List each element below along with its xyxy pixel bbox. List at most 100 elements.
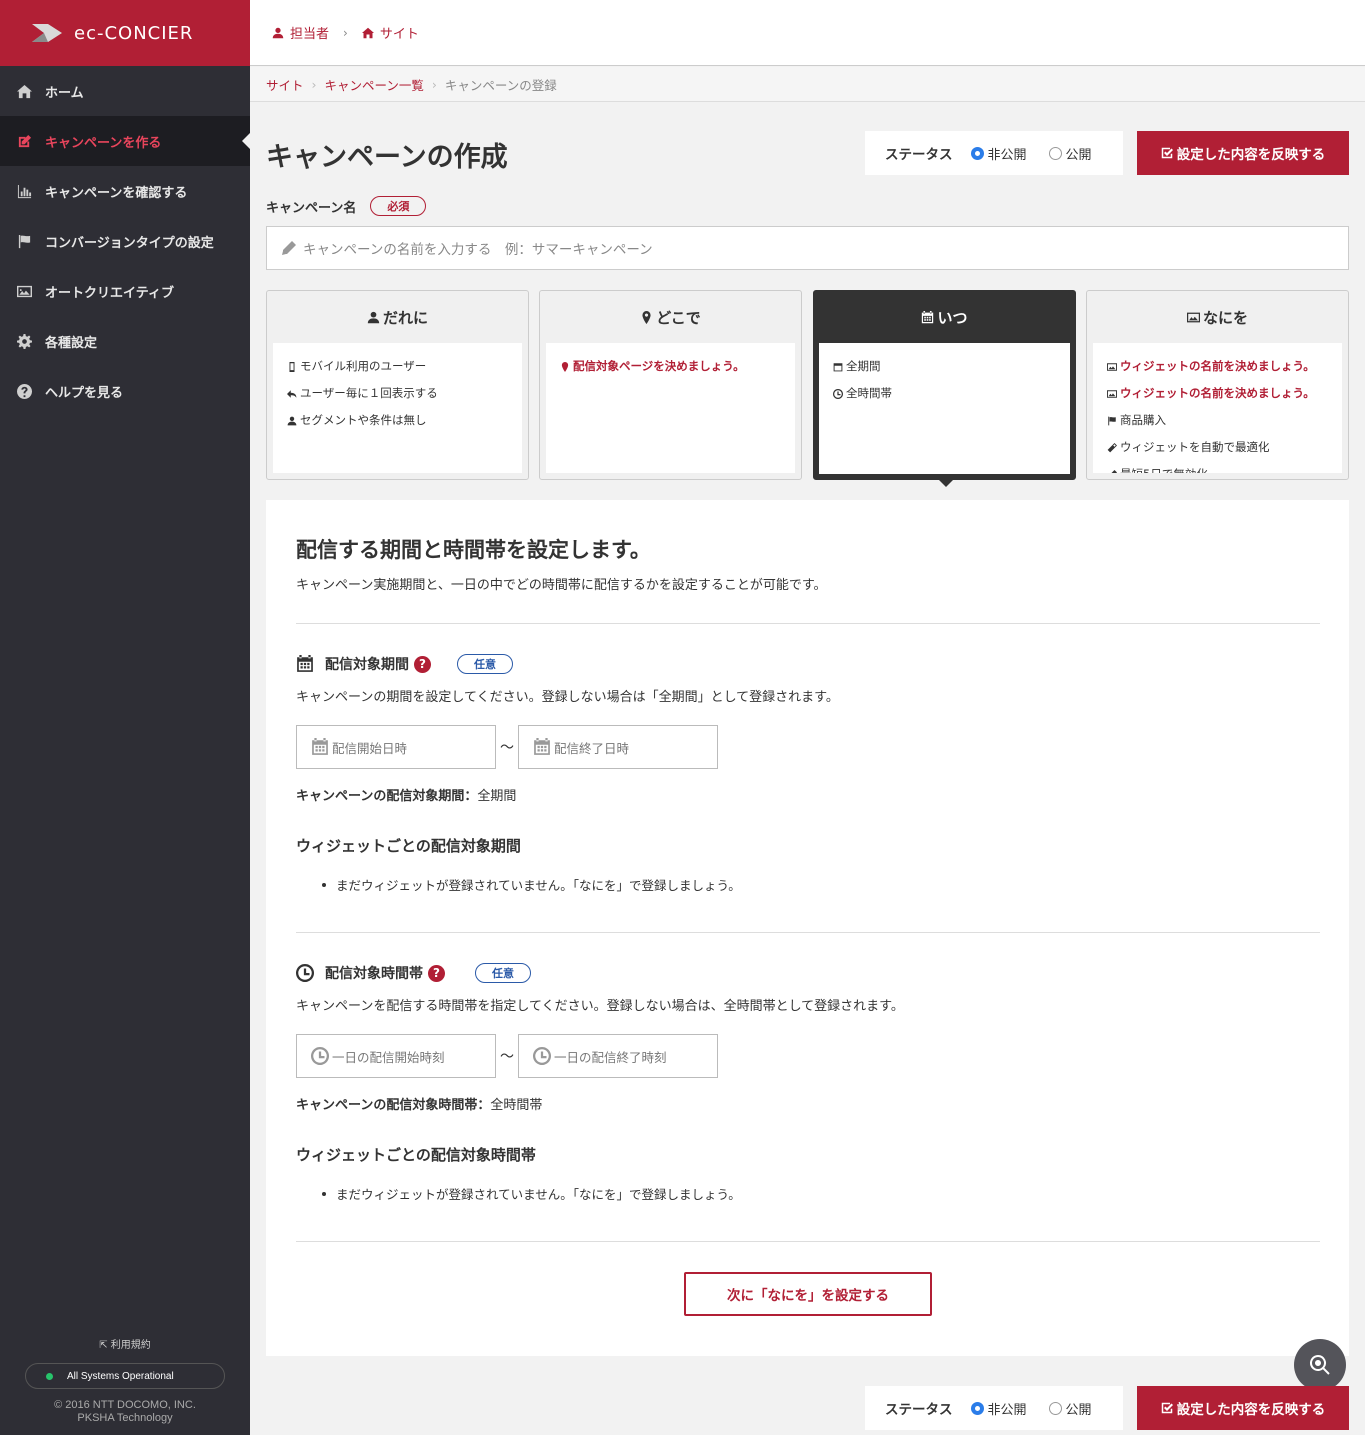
clock-icon — [311, 1047, 329, 1065]
apply-button-bottom[interactable]: 設定した内容を反映する — [1137, 1386, 1349, 1430]
clock-icon — [296, 964, 314, 982]
calendar-icon — [534, 738, 550, 755]
card-body: 全期間 全時間帯 — [819, 343, 1070, 474]
bar-chart-icon — [16, 183, 32, 199]
period-section-title: 配信対象期間 ? 任意 — [296, 654, 513, 674]
radio-unchecked-icon — [1048, 1401, 1062, 1415]
status-public-radio[interactable]: 公開 — [1048, 144, 1092, 163]
card-line: モバイル利用のユーザー — [287, 353, 522, 380]
sidebar-item-home[interactable]: ホーム — [0, 66, 250, 116]
apply-button-top[interactable]: 設定した内容を反映する — [1137, 131, 1349, 175]
breadcrumb: サイト › キャンペーン一覧 › キャンペーンの登録 — [250, 67, 1365, 102]
radio-checked-icon — [970, 146, 984, 160]
question-icon — [16, 383, 32, 399]
breadcrumb-site[interactable]: サイト — [266, 75, 304, 94]
user-icon — [272, 27, 284, 38]
sidebar-item-help[interactable]: ヘルプを見る — [0, 366, 250, 416]
campaign-name-input[interactable]: キャンペーンの名前を入力する 例：サマーキャンペーン — [266, 226, 1349, 270]
sidebar-item-create-campaign[interactable]: キャンペーンを作る — [0, 116, 250, 166]
card-what[interactable]: なにを ウィジェットの名前を決めましょう。 ウィジェットの名前を決めましょう。 … — [1086, 290, 1349, 480]
sidebar: ec-CONCIER ホーム キャンペーンを作る キャンペーンを確認する コンバ… — [0, 0, 250, 1435]
card-body: ウィジェットの名前を決めましょう。 ウィジェットの名前を決めましょう。 商品購入… — [1093, 343, 1342, 473]
sidebar-item-settings[interactable]: 各種設定 — [0, 316, 250, 366]
card-where[interactable]: どこで 配信対象ページを決めましょう。 — [539, 290, 802, 480]
help-question-icon[interactable]: ? — [414, 655, 431, 673]
card-line: 全期間 — [833, 353, 1070, 380]
topbar: 担当者 › サイト — [250, 0, 1365, 66]
flag-icon — [16, 233, 32, 249]
image-icon — [1107, 362, 1117, 371]
status-private-radio[interactable]: 非公開 — [970, 144, 1027, 163]
campaign-name-label: キャンペーン名 必須 — [266, 196, 427, 216]
sidebar-item-auto-creative[interactable]: オートクリエイティブ — [0, 266, 250, 316]
clock-icon — [533, 1047, 551, 1065]
calendar-icon — [297, 655, 313, 672]
breadcrumb-current: キャンペーンの登録 — [444, 77, 557, 93]
period-end-input[interactable]: 配信終了日時 — [518, 725, 718, 769]
calendar-icon — [922, 310, 934, 323]
next-what-button[interactable]: 次に「なにを」を設定する — [684, 1272, 932, 1316]
card-body: モバイル利用のユーザー ユーザー毎に１回表示する セグメントや条件は無し — [273, 343, 522, 473]
logo[interactable]: ec-CONCIER — [0, 0, 250, 66]
calendar-icon — [833, 362, 843, 371]
status-selector-bottom: ステータス 非公開 公開 — [865, 1386, 1123, 1430]
sidebar-nav: ホーム キャンペーンを作る キャンペーンを確認する コンバージョンタイプの設定 … — [0, 66, 250, 416]
optional-badge: 任意 — [457, 654, 513, 674]
period-start-input[interactable]: 配信開始日時 — [296, 725, 496, 769]
chevron-right-icon: › — [343, 25, 348, 40]
terms-link[interactable]: ⇱ 利用規約 — [0, 1336, 250, 1351]
list-item: まだウィジェットが登録されていません。「なにを」で登録しましょう。 — [322, 875, 741, 894]
card-when[interactable]: いつ 全期間 全時間帯 — [813, 290, 1076, 487]
sidebar-item-check-campaign[interactable]: キャンペーンを確認する — [0, 166, 250, 216]
logo-text: ec-CONCIER — [74, 22, 194, 44]
status-dot-icon — [46, 1372, 53, 1380]
panel-description: キャンペーン実施期間と、一日の中でどの時間帯に配信するかを設定することが可能です… — [296, 578, 827, 593]
image-icon — [1107, 389, 1117, 398]
card-line: ウィジェットを自動で最適化 — [1107, 434, 1342, 461]
breadcrumb-campaign-list[interactable]: キャンペーン一覧 — [325, 75, 424, 94]
status-public-radio[interactable]: 公開 — [1048, 1399, 1092, 1418]
help-question-icon[interactable]: ? — [428, 964, 445, 982]
card-header: だれに — [267, 291, 528, 343]
card-whom[interactable]: だれに モバイル利用のユーザー ユーザー毎に１回表示する セグメントや条件は無し — [266, 290, 529, 480]
card-header: いつ — [814, 291, 1075, 343]
card-line: 最短5日で無効化 — [1107, 461, 1342, 473]
check-square-icon — [1161, 1402, 1173, 1414]
image-icon — [1186, 312, 1200, 322]
time-section-title: 配信対象時間帯 ? 任意 — [296, 963, 531, 983]
card-header: なにを — [1087, 291, 1348, 343]
logo-mark-icon — [28, 20, 66, 46]
sidebar-item-label: キャンペーンを作る — [45, 135, 162, 151]
flag-icon — [1108, 416, 1116, 425]
clock-icon — [833, 388, 843, 399]
check-square-icon — [1161, 147, 1173, 159]
time-description: キャンペーンを配信する時間帯を指定してください。登録しない場合は、全時間帯として… — [296, 999, 904, 1014]
status-selector-top: ステータス 非公開 公開 — [865, 131, 1123, 175]
divider — [296, 1241, 1320, 1242]
magic-icon — [1111, 469, 1117, 473]
panel-title: 配信する期間と時間帯を設定します。 — [296, 538, 651, 562]
widget-time-title: ウィジェットごとの配信対象時間帯 — [296, 1146, 536, 1164]
zoom-search-button[interactable] — [1294, 1339, 1346, 1391]
system-status-badge[interactable]: All Systems Operational — [25, 1363, 225, 1389]
sidebar-item-label: コンバージョンタイプの設定 — [45, 235, 214, 251]
owner-link[interactable]: 担当者 — [272, 23, 329, 42]
gear-icon — [16, 333, 32, 349]
card-line: セグメントや条件は無し — [287, 407, 522, 434]
edit-icon — [16, 133, 32, 149]
calendar-icon — [312, 738, 328, 755]
site-link[interactable]: サイト — [361, 23, 419, 42]
sidebar-item-conversion-type[interactable]: コンバージョンタイプの設定 — [0, 216, 250, 266]
status-label: ステータス — [885, 147, 953, 163]
radio-checked-icon — [970, 1401, 984, 1415]
range-separator: 〜 — [500, 1049, 514, 1065]
sidebar-item-label: ヘルプを見る — [45, 385, 124, 401]
time-start-input[interactable]: 一日の配信開始時刻 — [296, 1034, 496, 1078]
user-icon — [287, 416, 297, 425]
card-body: 配信対象ページを決めましょう。 — [546, 343, 795, 473]
time-end-input[interactable]: 一日の配信終了時刻 — [518, 1034, 718, 1078]
pencil-icon — [282, 241, 296, 255]
period-description: キャンペーンの期間を設定してください。登録しない場合は「全期間」として登録されま… — [296, 690, 839, 705]
status-private-radio[interactable]: 非公開 — [970, 1399, 1027, 1418]
optional-badge: 任意 — [475, 963, 531, 983]
